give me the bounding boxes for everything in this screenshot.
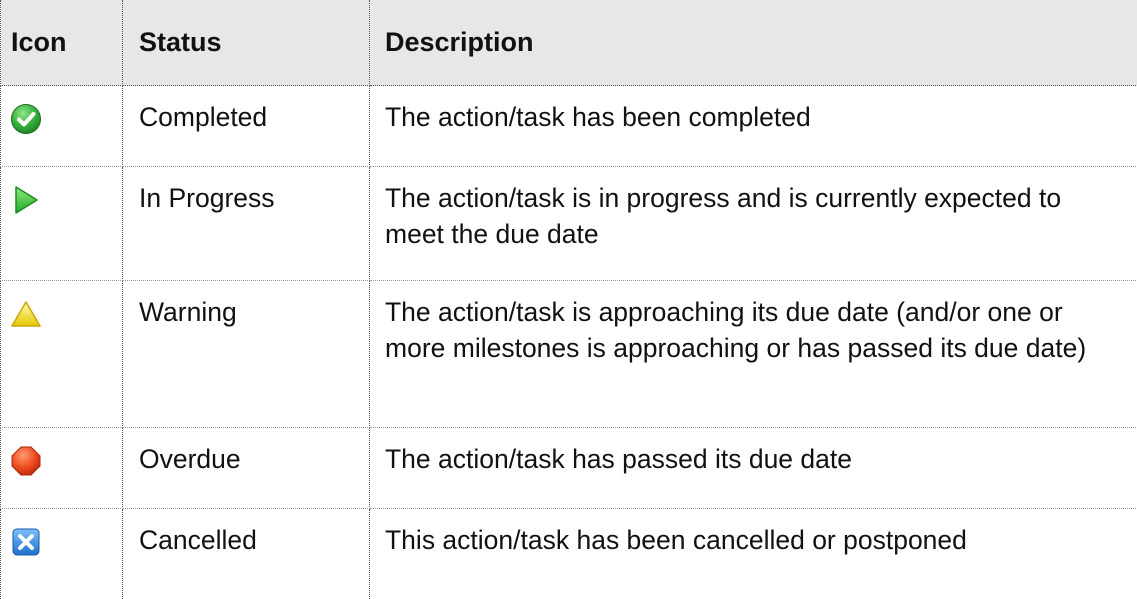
header-icon: Icon	[1, 0, 123, 86]
table-row: Overdue The action/task has passed its d…	[1, 428, 1137, 509]
icon-cell	[1, 86, 123, 167]
icon-cell	[1, 281, 123, 428]
status-description: The action/task is in progress and is cu…	[370, 167, 1137, 281]
status-description: The action/task has been completed	[370, 86, 1137, 167]
table-row: Completed The action/task has been compl…	[1, 86, 1137, 167]
red-octagon-icon	[10, 445, 42, 477]
header-status: Status	[123, 0, 370, 86]
green-check-icon	[10, 103, 42, 135]
table-header-row: Icon Status Description	[1, 0, 1137, 86]
status-label: Cancelled	[123, 509, 370, 599]
status-description: The action/task has passed its due date	[370, 428, 1137, 509]
status-description: This action/task has been cancelled or p…	[370, 509, 1137, 599]
status-label: In Progress	[123, 167, 370, 281]
icon-cell	[1, 428, 123, 509]
status-label: Warning	[123, 281, 370, 428]
yellow-warning-icon	[10, 298, 42, 330]
table-row: In Progress The action/task is in progre…	[1, 167, 1137, 281]
header-description: Description	[370, 0, 1137, 86]
status-legend-table: Icon Status Description	[0, 0, 1137, 599]
status-label: Completed	[123, 86, 370, 167]
icon-cell	[1, 167, 123, 281]
status-label: Overdue	[123, 428, 370, 509]
icon-cell	[1, 509, 123, 599]
table-row: Warning The action/task is approaching i…	[1, 281, 1137, 428]
blue-cancel-icon	[10, 526, 42, 558]
status-description: The action/task is approaching its due d…	[370, 281, 1137, 428]
green-play-icon	[10, 184, 42, 216]
table-row: Cancelled This action/task has been canc…	[1, 509, 1137, 599]
